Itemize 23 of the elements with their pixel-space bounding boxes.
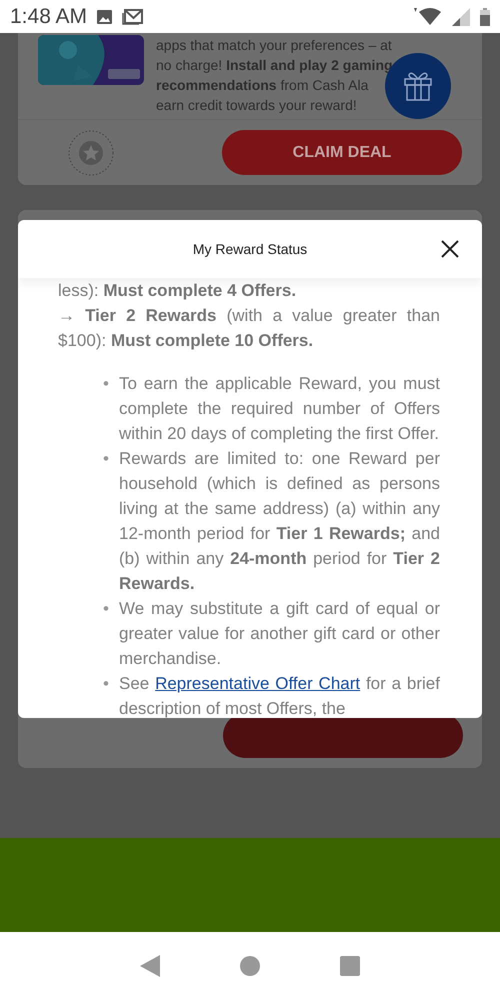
rule-bullet-text: We may substitute a gift card of equal or greater value for another gift card or other merchandise.: [119, 598, 440, 670]
bullet-marker: •: [103, 373, 110, 395]
gift-icon: [403, 70, 433, 102]
signal-icon: [452, 8, 470, 26]
wifi-icon: [412, 6, 442, 26]
back-icon[interactable]: [140, 955, 160, 977]
bullet-marker: •: [103, 448, 110, 470]
mail-icon: [122, 8, 144, 24]
reward-rule-text: → Tier 2 Rewards (with a value greater than $100): Must complete 10 Offers.: [58, 305, 440, 352]
reward-rule-text: less): Must complete 4 Offers.: [58, 280, 298, 302]
offer-description: apps that match your preferences – at no charge! Install and play 2 gaming recommendations from Cash Ala earn credit towards your reward!: [156, 36, 394, 115]
rule-bullet-text: See Representative Offer Chart for a brief description of most Offers, the: [119, 673, 440, 718]
rule-bullet-text: To earn the applicable Reward, you must complete the required number of Offers within 20 days of completing the first Offer.: [119, 373, 440, 445]
battery-icon: [480, 8, 490, 26]
claim-deal-button[interactable]: CLAIM DEAL: [222, 130, 462, 175]
offer-chart-link[interactable]: Representative Offer Chart: [155, 674, 360, 693]
clock-time: 1:48 AM: [10, 4, 88, 30]
bullet-marker: •: [103, 673, 110, 695]
image-icon: [97, 10, 112, 24]
home-icon[interactable]: [240, 956, 260, 976]
bullet-marker: •: [103, 598, 110, 620]
rule-bullet-text: Rewards are limited to: one Reward per household (which is defined as persons living at the same address) (a) within any 12-month period for Tier 1 Rewards; and (b) within any 24-month period for Tier 2 Rewards.: [119, 448, 440, 595]
dialog-title: My Reward Status: [192, 240, 308, 259]
